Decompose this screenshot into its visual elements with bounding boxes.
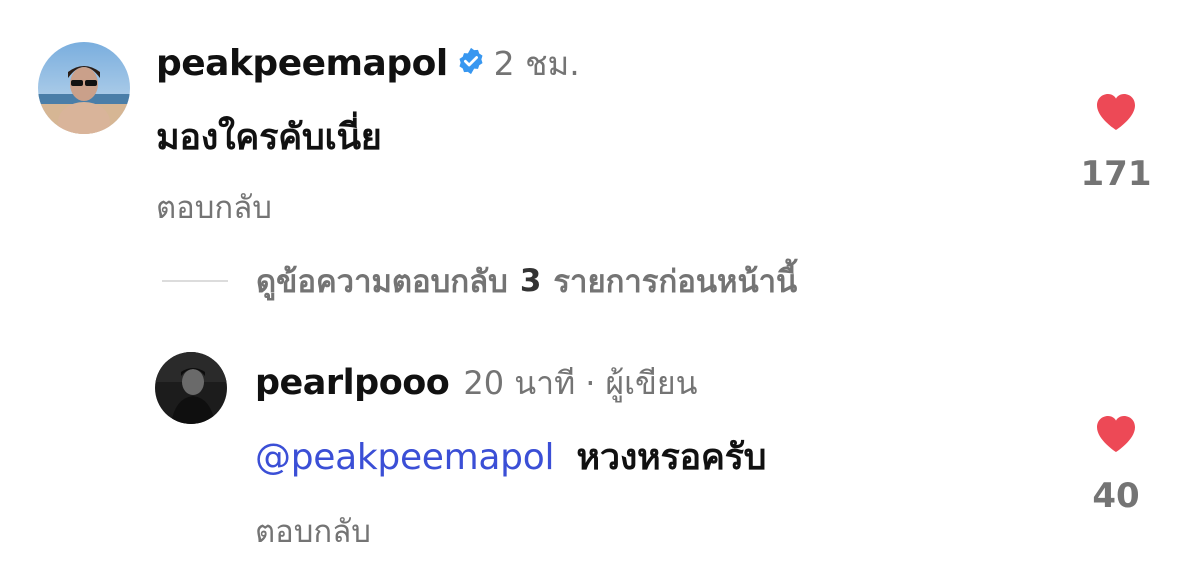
like-control: 171 bbox=[1080, 88, 1152, 194]
meta-separator: · bbox=[585, 364, 596, 402]
author-label: ผู้เขียน bbox=[605, 363, 698, 402]
verified-badge-icon bbox=[456, 46, 486, 80]
profile-photo-icon bbox=[155, 352, 227, 424]
mention-link[interactable]: @peakpeemapol bbox=[255, 437, 554, 478]
view-previous-replies[interactable]: ดูข้อความตอบกลับ 3 รายการก่อนหน้านี้ bbox=[162, 258, 797, 304]
comment-2: pearlpooo 20 นาที · ผู้เขียน @peakpeemap… bbox=[0, 330, 1200, 580]
avatar[interactable] bbox=[38, 42, 130, 134]
thread-divider bbox=[162, 280, 228, 282]
comment-text-line: @peakpeemapol หวงหรอครับ bbox=[255, 428, 766, 485]
like-count: 171 bbox=[1080, 154, 1152, 194]
heart-icon[interactable] bbox=[1092, 88, 1140, 136]
reply-button[interactable]: ตอบกลับ bbox=[156, 182, 272, 232]
comment-username[interactable]: peakpeemapol bbox=[156, 43, 448, 84]
like-count: 40 bbox=[1092, 476, 1140, 516]
like-control: 40 bbox=[1080, 410, 1152, 516]
comment-username[interactable]: pearlpooo bbox=[255, 363, 450, 403]
comment-1: peakpeemapol 2 ชม. มองใครคับเนี่ย ตอบกลั… bbox=[0, 0, 1200, 240]
comment-text: มองใครคับเนี่ย bbox=[156, 117, 382, 158]
comment-text: หวงหรอครับ bbox=[576, 437, 767, 478]
view-replies-prefix: ดูข้อความตอบกลับ bbox=[256, 264, 508, 300]
reply-button[interactable]: ตอบกลับ bbox=[255, 506, 371, 556]
comment-timestamp: 2 ชม. bbox=[493, 43, 580, 83]
avatar[interactable] bbox=[155, 352, 227, 424]
beach-profile-photo-icon bbox=[38, 42, 130, 134]
view-replies-suffix: รายการก่อนหน้านี้ bbox=[553, 264, 798, 300]
view-replies-count: 3 bbox=[519, 263, 542, 299]
heart-icon[interactable] bbox=[1092, 410, 1140, 458]
comment-timestamp: 20 นาที bbox=[463, 363, 576, 402]
